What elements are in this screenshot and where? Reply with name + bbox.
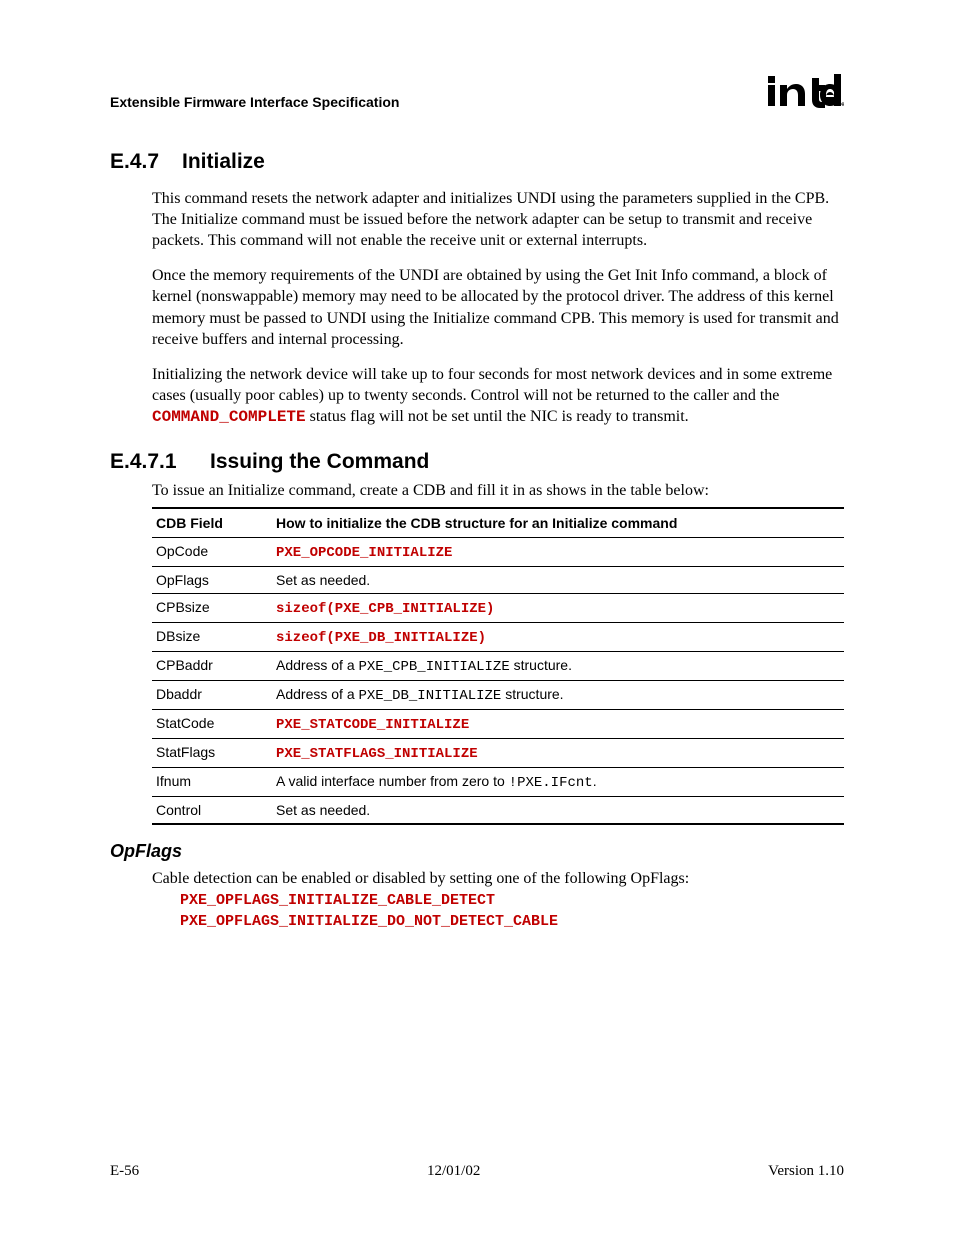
cdb-value: sizeof(PXE_CPB_INITIALIZE) xyxy=(272,594,844,623)
section-body: This command resets the network adapter … xyxy=(110,188,844,428)
code-inline: !PXE.IFcnt xyxy=(509,775,593,791)
page-header: Extensible Firmware Interface Specificat… xyxy=(110,70,844,110)
code-inline: sizeof(PXE_CPB_INITIALIZE) xyxy=(276,601,494,617)
code-line: PXE_OPFLAGS_INITIALIZE_CABLE_DETECT xyxy=(180,891,844,911)
table-header: CDB Field xyxy=(152,508,272,538)
cdb-table: CDB Field How to initialize the CDB stru… xyxy=(152,507,844,825)
cdb-value: PXE_STATCODE_INITIALIZE xyxy=(272,710,844,739)
subsection-heading: E.4.7.1Issuing the Command xyxy=(110,450,844,474)
table-row: Dbaddr Address of a PXE_DB_INITIALIZE st… xyxy=(152,681,844,710)
opflags-body: Cable detection can be enabled or disabl… xyxy=(110,868,844,932)
subsection-body: To issue an Initialize command, create a… xyxy=(110,480,844,825)
code-block: PXE_OPFLAGS_INITIALIZE_CABLE_DETECT PXE_… xyxy=(152,891,844,932)
table-header-row: CDB Field How to initialize the CDB stru… xyxy=(152,508,844,538)
table-header: How to initialize the CDB structure for … xyxy=(272,508,844,538)
cdb-field: Ifnum xyxy=(152,768,272,797)
footer-page: E-56 xyxy=(110,1163,139,1180)
cdb-value: Address of a PXE_CPB_INITIALIZE structur… xyxy=(272,652,844,681)
opflags-heading: OpFlags xyxy=(110,841,844,862)
subsection-title: Issuing the Command xyxy=(210,450,429,473)
cdb-value: PXE_STATFLAGS_INITIALIZE xyxy=(272,739,844,768)
cdb-field: StatFlags xyxy=(152,739,272,768)
text-run: Address of a xyxy=(276,657,359,673)
intel-logo: R xyxy=(766,70,844,110)
text-run: structure. xyxy=(501,686,563,702)
text-run: A valid interface number from zero to xyxy=(276,773,509,789)
table-row: StatCode PXE_STATCODE_INITIALIZE xyxy=(152,710,844,739)
paragraph: Cable detection can be enabled or disabl… xyxy=(152,868,844,889)
paragraph: To issue an Initialize command, create a… xyxy=(152,480,844,501)
cdb-field: CPBaddr xyxy=(152,652,272,681)
code-inline: PXE_STATFLAGS_INITIALIZE xyxy=(276,746,478,762)
cdb-field: Control xyxy=(152,797,272,825)
cdb-value: Set as needed. xyxy=(272,797,844,825)
code-inline: COMMAND_COMPLETE xyxy=(152,408,306,426)
cdb-value: PXE_OPCODE_INITIALIZE xyxy=(272,538,844,567)
section-heading: E.4.7Initialize xyxy=(110,150,844,174)
code-line: PXE_OPFLAGS_INITIALIZE_DO_NOT_DETECT_CAB… xyxy=(180,912,844,932)
table-row: DBsize sizeof(PXE_DB_INITIALIZE) xyxy=(152,623,844,652)
code-inline: PXE_STATCODE_INITIALIZE xyxy=(276,717,469,733)
code-inline: PXE_DB_INITIALIZE xyxy=(359,688,502,704)
subsection-number: E.4.7.1 xyxy=(110,450,210,474)
text-run: . xyxy=(593,773,597,789)
text-run: Initializing the network device will tak… xyxy=(152,366,832,404)
text-run: structure. xyxy=(510,657,572,673)
table-row: StatFlags PXE_STATFLAGS_INITIALIZE xyxy=(152,739,844,768)
code-inline: PXE_CPB_INITIALIZE xyxy=(359,659,510,675)
doc-title: Extensible Firmware Interface Specificat… xyxy=(110,94,399,110)
cdb-field: CPBsize xyxy=(152,594,272,623)
section-title: Initialize xyxy=(182,150,265,173)
table-row: Control Set as needed. xyxy=(152,797,844,825)
paragraph: Initializing the network device will tak… xyxy=(152,364,844,428)
cdb-value: Address of a PXE_DB_INITIALIZE structure… xyxy=(272,681,844,710)
footer-date: 12/01/02 xyxy=(427,1163,480,1180)
paragraph: Once the memory requirements of the UNDI… xyxy=(152,265,844,349)
table-row: OpFlags Set as needed. xyxy=(152,567,844,594)
cdb-field: DBsize xyxy=(152,623,272,652)
text-run: Address of a xyxy=(276,686,359,702)
code-inline: sizeof(PXE_DB_INITIALIZE) xyxy=(276,630,486,646)
cdb-field: OpCode xyxy=(152,538,272,567)
table-row: CPBsize sizeof(PXE_CPB_INITIALIZE) xyxy=(152,594,844,623)
cdb-field: OpFlags xyxy=(152,567,272,594)
cdb-field: Dbaddr xyxy=(152,681,272,710)
table-row: Ifnum A valid interface number from zero… xyxy=(152,768,844,797)
section-number: E.4.7 xyxy=(110,150,182,174)
table-row: OpCode PXE_OPCODE_INITIALIZE xyxy=(152,538,844,567)
table-row: CPBaddr Address of a PXE_CPB_INITIALIZE … xyxy=(152,652,844,681)
paragraph: This command resets the network adapter … xyxy=(152,188,844,251)
code-inline: PXE_OPCODE_INITIALIZE xyxy=(276,545,452,561)
cdb-value: sizeof(PXE_DB_INITIALIZE) xyxy=(272,623,844,652)
cdb-field: StatCode xyxy=(152,710,272,739)
footer-version: Version 1.10 xyxy=(768,1163,844,1180)
page-footer: E-56 12/01/02 Version 1.10 xyxy=(110,1163,844,1180)
cdb-value: A valid interface number from zero to !P… xyxy=(272,768,844,797)
cdb-value: Set as needed. xyxy=(272,567,844,594)
text-run: status flag will not be set until the NI… xyxy=(306,408,689,425)
